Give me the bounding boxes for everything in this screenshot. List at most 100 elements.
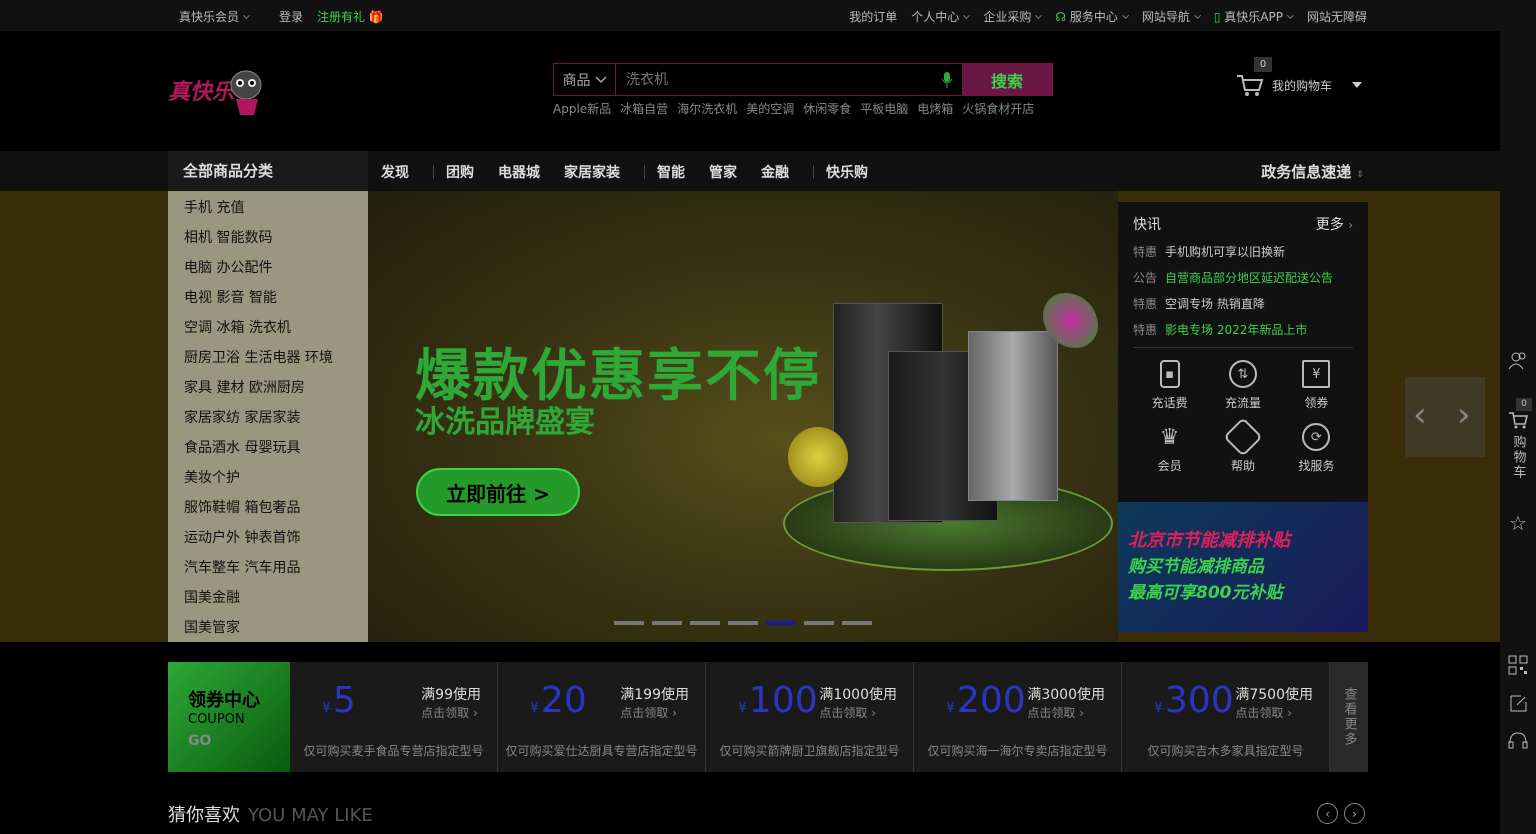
- carousel-dot[interactable]: [614, 621, 644, 625]
- side-category-item[interactable]: 电视 影音 智能: [168, 288, 368, 318]
- nav-item[interactable]: 团购: [446, 162, 486, 182]
- login-link[interactable]: 登录: [279, 8, 303, 25]
- personal-center-link[interactable]: 个人中心: [911, 8, 971, 25]
- nav-item[interactable]: 智能: [657, 162, 697, 182]
- cart-button[interactable]: 0 我的购物车: [1236, 57, 1366, 103]
- freezer-image: [968, 331, 1058, 501]
- carousel-dot-active[interactable]: [766, 621, 796, 625]
- carousel-dot[interactable]: [652, 621, 682, 625]
- coupon-card[interactable]: ¥200 满3000使用 点击领取 › 仅可购买海一海尔专卖店指定型号: [914, 662, 1122, 772]
- banner-area: 手机 充值 相机 智能数码 电脑 办公配件 电视 影音 智能 空调 冰箱 洗衣机…: [0, 191, 1500, 642]
- news-tag: 公告: [1133, 271, 1158, 285]
- feedback-icon[interactable]: [1500, 693, 1536, 717]
- service-member[interactable]: ♛ 会员: [1133, 423, 1206, 474]
- hot-word-link[interactable]: 冰箱自营: [620, 100, 668, 117]
- enterprise-link[interactable]: 企业采购: [983, 8, 1043, 25]
- coupon-claim-link[interactable]: 点击领取: [1027, 706, 1075, 720]
- site-logo[interactable]: 真快乐: [168, 63, 268, 119]
- coupon-card[interactable]: ¥20 满199使用 点击领取 › 仅可购买爱仕达厨具专营店指定型号: [498, 662, 706, 772]
- carousel-dot[interactable]: [804, 621, 834, 625]
- service-recharge[interactable]: ▪ 充话费: [1133, 360, 1206, 411]
- side-category-item[interactable]: 家具 建材 欧洲厨房: [168, 378, 368, 408]
- side-category-item[interactable]: 国美管家: [168, 618, 368, 648]
- coupon-card[interactable]: ¥5 满99使用 点击领取 › 仅可购买麦手食品专营店指定型号: [290, 662, 498, 772]
- hero-cta-button[interactable]: 立即前往 >: [416, 468, 580, 516]
- hot-word-link[interactable]: 休闲零食: [803, 100, 851, 117]
- carousel-dot[interactable]: [728, 621, 758, 625]
- view-more-coupons-button[interactable]: 查看更多: [1330, 662, 1368, 772]
- side-category-item[interactable]: 食品酒水 母婴玩具: [168, 438, 368, 468]
- hot-words: Apple新品 冰箱自营 海尔洗衣机 美的空调 休闲零食 平板电脑 电烤箱 火锅…: [553, 100, 1034, 117]
- side-category-item[interactable]: 运动户外 钟表首饰: [168, 528, 368, 558]
- nav-item[interactable]: 发现: [381, 162, 421, 182]
- nav-item[interactable]: 管家: [709, 162, 749, 182]
- nav-item[interactable]: 电器城: [498, 162, 552, 182]
- site-nav-link[interactable]: 网站导航: [1142, 8, 1201, 25]
- star-icon[interactable]: ☆: [1500, 511, 1536, 535]
- carousel-dot[interactable]: [842, 621, 872, 625]
- news-more-link[interactable]: 更多 ›: [1316, 214, 1353, 234]
- coupon-card[interactable]: ¥100 满1000使用 点击领取 › 仅可购买箭牌厨卫旗舰店指定型号: [706, 662, 914, 772]
- search-input[interactable]: [616, 64, 932, 95]
- carousel-dot[interactable]: [690, 621, 720, 625]
- hot-word-link[interactable]: 美的空调: [746, 100, 794, 117]
- microphone-icon[interactable]: [932, 64, 962, 95]
- hot-word-link[interactable]: 电烤箱: [917, 100, 953, 117]
- side-category-item[interactable]: 厨房卫浴 生活电器 环境: [168, 348, 368, 378]
- coupon-desc: 仅可购买海一海尔专卖店指定型号: [927, 744, 1108, 758]
- side-category-item[interactable]: 家居家纺 家居家装: [168, 408, 368, 438]
- subsidy-ad-banner[interactable]: 北京市节能减排补贴 购买节能减排商品 最高可享800元补贴: [1118, 502, 1368, 632]
- news-item[interactable]: 特惠 影电专场 2022年新品上市: [1133, 321, 1353, 347]
- coupon-center-link[interactable]: 领券中心 COUPON GO: [168, 662, 290, 772]
- member-link[interactable]: 真快乐会员: [179, 8, 251, 25]
- service-coupon[interactable]: ¥ 领券: [1280, 360, 1353, 411]
- side-category-item[interactable]: 电脑 办公配件: [168, 258, 368, 288]
- news-item[interactable]: 公告 自营商品部分地区延迟配送公告: [1133, 269, 1353, 295]
- hot-word-link[interactable]: Apple新品: [553, 100, 611, 117]
- ad-line-1: 北京市节能减排补贴: [1128, 530, 1290, 551]
- coupon-card[interactable]: ¥300 满7500使用 点击领取 › 仅可购买吉木多家具指定型号: [1122, 662, 1330, 772]
- service-center-link[interactable]: ☊ 服务中心: [1055, 8, 1129, 25]
- sidebar-cart[interactable]: 0 购物车: [1500, 398, 1536, 480]
- chevron-left-icon[interactable]: ‹: [1317, 803, 1338, 824]
- nav-item[interactable]: 快乐购: [826, 162, 880, 182]
- coupon-claim-link[interactable]: 点击领取: [819, 706, 867, 720]
- coupon-desc: 仅可购买爱仕达厨具专营店指定型号: [505, 744, 698, 758]
- side-category-item[interactable]: 国美金融: [168, 588, 368, 618]
- coupon-claim-link[interactable]: 点击领取: [1235, 706, 1283, 720]
- service-help[interactable]: 帮助: [1206, 417, 1279, 474]
- chevron-right-icon[interactable]: ›: [1457, 395, 1471, 435]
- side-category-item[interactable]: 空调 冰箱 洗衣机: [168, 318, 368, 348]
- service-traffic[interactable]: ⇅ 充流量: [1206, 360, 1279, 411]
- accessibility-link[interactable]: 网站无障碍: [1307, 8, 1367, 25]
- news-item[interactable]: 特惠 空调专场 热销直降: [1133, 295, 1353, 321]
- side-category-item[interactable]: 服饰鞋帽 箱包奢品: [168, 498, 368, 528]
- news-item[interactable]: 特惠 手机购机可享以旧换新: [1133, 243, 1353, 269]
- hot-word-link[interactable]: 平板电脑: [860, 100, 908, 117]
- app-link[interactable]: ▯ 真快乐APP: [1214, 8, 1295, 25]
- my-orders-link[interactable]: 我的订单: [849, 8, 897, 25]
- chevron-right-icon[interactable]: ›: [1344, 803, 1365, 824]
- user-icon[interactable]: [1500, 350, 1536, 374]
- hot-word-link[interactable]: 火锅食材开店: [962, 100, 1034, 117]
- service-find[interactable]: ⟳ 找服务: [1280, 423, 1353, 474]
- headset-icon[interactable]: [1500, 731, 1536, 755]
- qrcode-icon[interactable]: [1500, 655, 1536, 679]
- coupon-claim-link[interactable]: 点击领取: [620, 706, 668, 720]
- nav-item[interactable]: 金融: [761, 162, 801, 182]
- side-category-item[interactable]: 美妆个护: [168, 468, 368, 498]
- hot-word-link[interactable]: 海尔洗衣机: [677, 100, 737, 117]
- register-link[interactable]: 注册有礼 🎁: [317, 8, 384, 25]
- all-categories-button[interactable]: 全部商品分类: [168, 151, 368, 191]
- side-category-item[interactable]: 手机 充值: [168, 198, 368, 228]
- gov-news-link[interactable]: 政务信息速递 ⇕: [1261, 161, 1364, 182]
- flower-image: [788, 427, 848, 487]
- chevron-left-icon[interactable]: ‹: [1413, 395, 1427, 435]
- nav-item[interactable]: 家居家装: [564, 162, 632, 182]
- side-category-item[interactable]: 汽车整车 汽车用品: [168, 558, 368, 588]
- search-button[interactable]: 搜索: [962, 64, 1052, 95]
- hero-carousel[interactable]: 爆款优惠享不停 冰洗品牌盛宴 立即前往 > ‹ ›: [368, 191, 1485, 642]
- side-category-item[interactable]: 相机 智能数码: [168, 228, 368, 258]
- search-category-select[interactable]: 商品: [554, 64, 616, 95]
- coupon-claim-link[interactable]: 点击领取: [421, 706, 469, 720]
